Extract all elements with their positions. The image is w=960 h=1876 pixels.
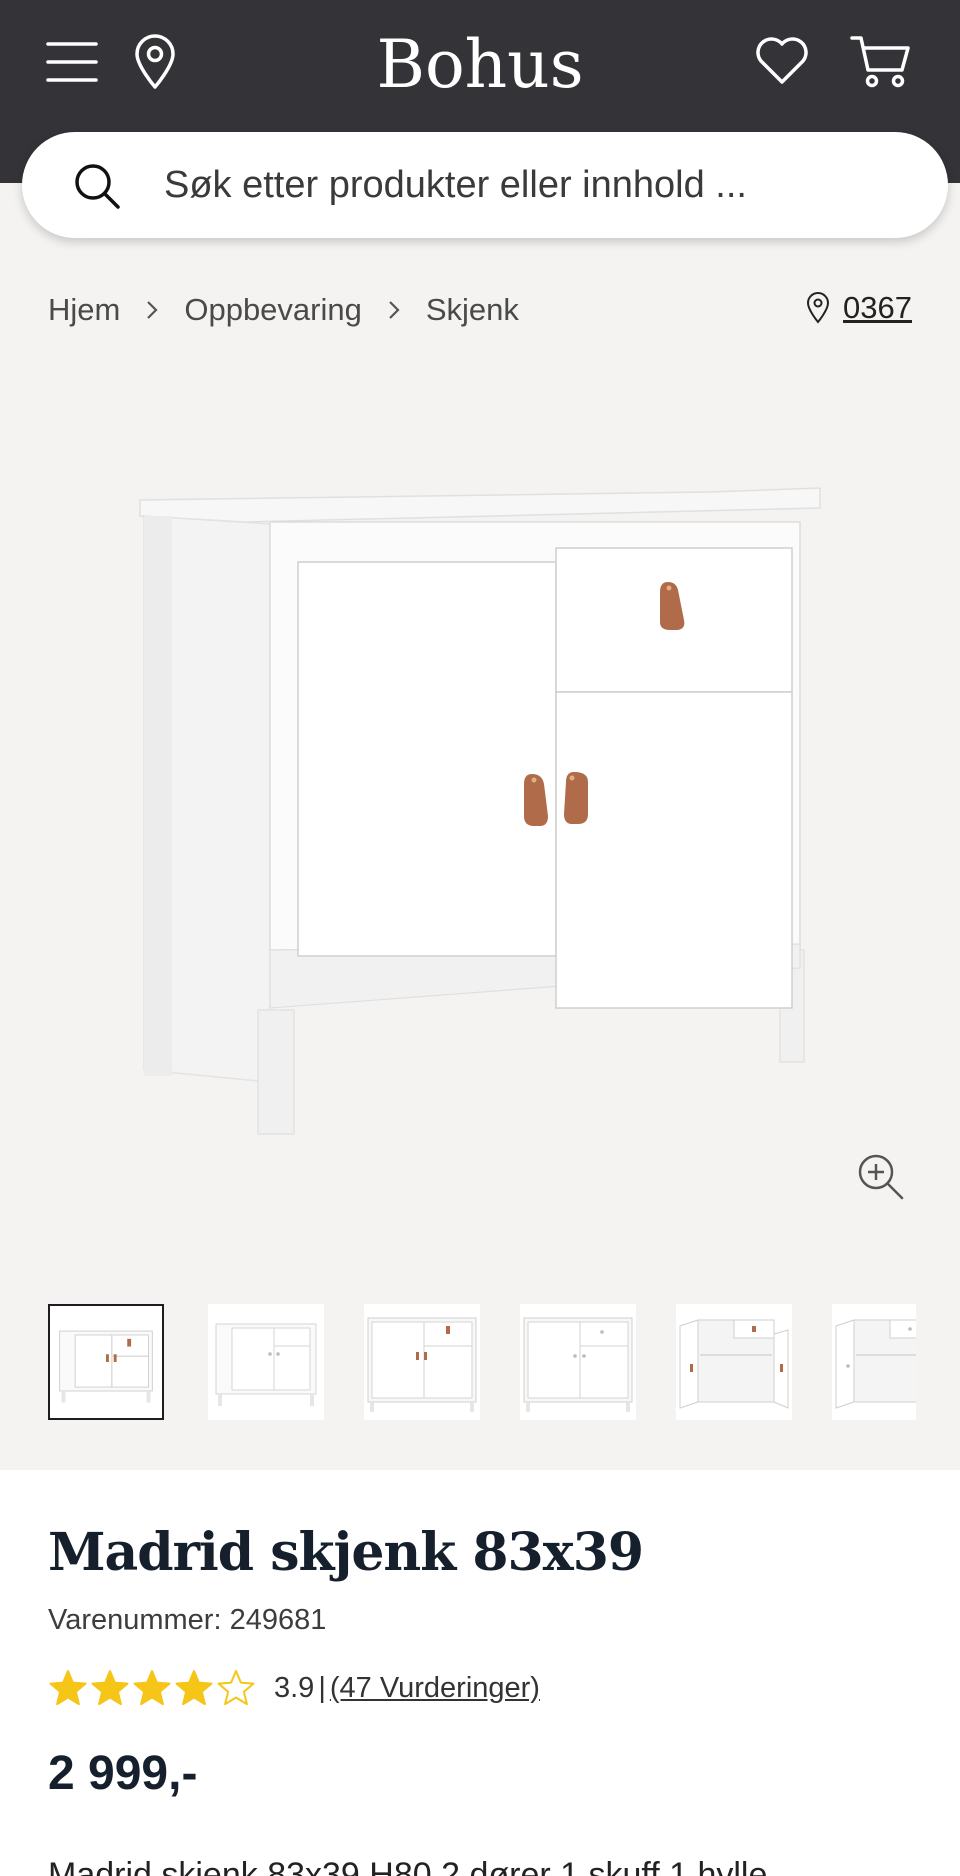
breadcrumb-item-oppbevaring[interactable]: Oppbevaring (184, 292, 362, 328)
product-image-sideboard[interactable] (120, 470, 840, 1190)
location-pin-icon (807, 292, 830, 324)
search-icon[interactable] (72, 161, 122, 211)
heart-icon[interactable] (754, 36, 810, 86)
star-filled-icon (91, 1670, 129, 1706)
thumbnail-4[interactable] (520, 1304, 636, 1420)
product-sku: Varenummer: 249681 (48, 1604, 327, 1636)
location-pin-icon[interactable] (132, 34, 178, 90)
star-filled-icon (133, 1670, 171, 1706)
rating-separator: | (318, 1671, 326, 1704)
store-selector[interactable]: 0367 (805, 286, 912, 330)
chevron-right-icon (389, 301, 400, 319)
thumbnail-5[interactable] (676, 1304, 792, 1420)
thumbnail-1[interactable] (48, 1304, 164, 1420)
product-rating[interactable]: 3.9 | (47 Vurderinger) (48, 1666, 540, 1710)
zoom-in-icon[interactable] (856, 1152, 906, 1202)
product-description: Madrid skjenk 83x39 H80 2 dører 1 skuff … (48, 1856, 768, 1876)
search-input[interactable] (164, 156, 904, 214)
rating-stars (48, 1668, 258, 1708)
star-filled-icon (49, 1670, 87, 1706)
star-filled-icon (175, 1670, 213, 1706)
cart-icon[interactable] (850, 34, 912, 90)
breadcrumb: Hjem Oppbevaring Skjenk (48, 288, 519, 332)
thumbnail-6[interactable] (832, 1304, 916, 1420)
thumbnail-strip (48, 1304, 916, 1422)
product-price: 2 999,- (48, 1747, 198, 1800)
breadcrumb-item-home[interactable]: Hjem (48, 292, 120, 328)
chevron-right-icon (147, 301, 158, 319)
breadcrumb-item-skjenk[interactable]: Skjenk (426, 292, 519, 328)
bohus-logo[interactable]: Bohus (330, 20, 630, 110)
menu-icon[interactable] (46, 40, 98, 84)
thumbnail-3[interactable] (364, 1304, 480, 1420)
thumbnail-2[interactable] (208, 1304, 324, 1420)
star-empty-icon (217, 1670, 255, 1706)
store-number-link[interactable]: 0367 (843, 290, 912, 326)
product-details: Madrid skjenk 83x39 Varenummer: 249681 3… (0, 1470, 960, 1876)
rating-value: 3.9 (274, 1671, 315, 1704)
search-bar[interactable] (22, 132, 948, 238)
reviews-link[interactable]: (47 Vurderinger) (330, 1672, 540, 1705)
product-title: Madrid skjenk 83x39 (48, 1522, 644, 1583)
